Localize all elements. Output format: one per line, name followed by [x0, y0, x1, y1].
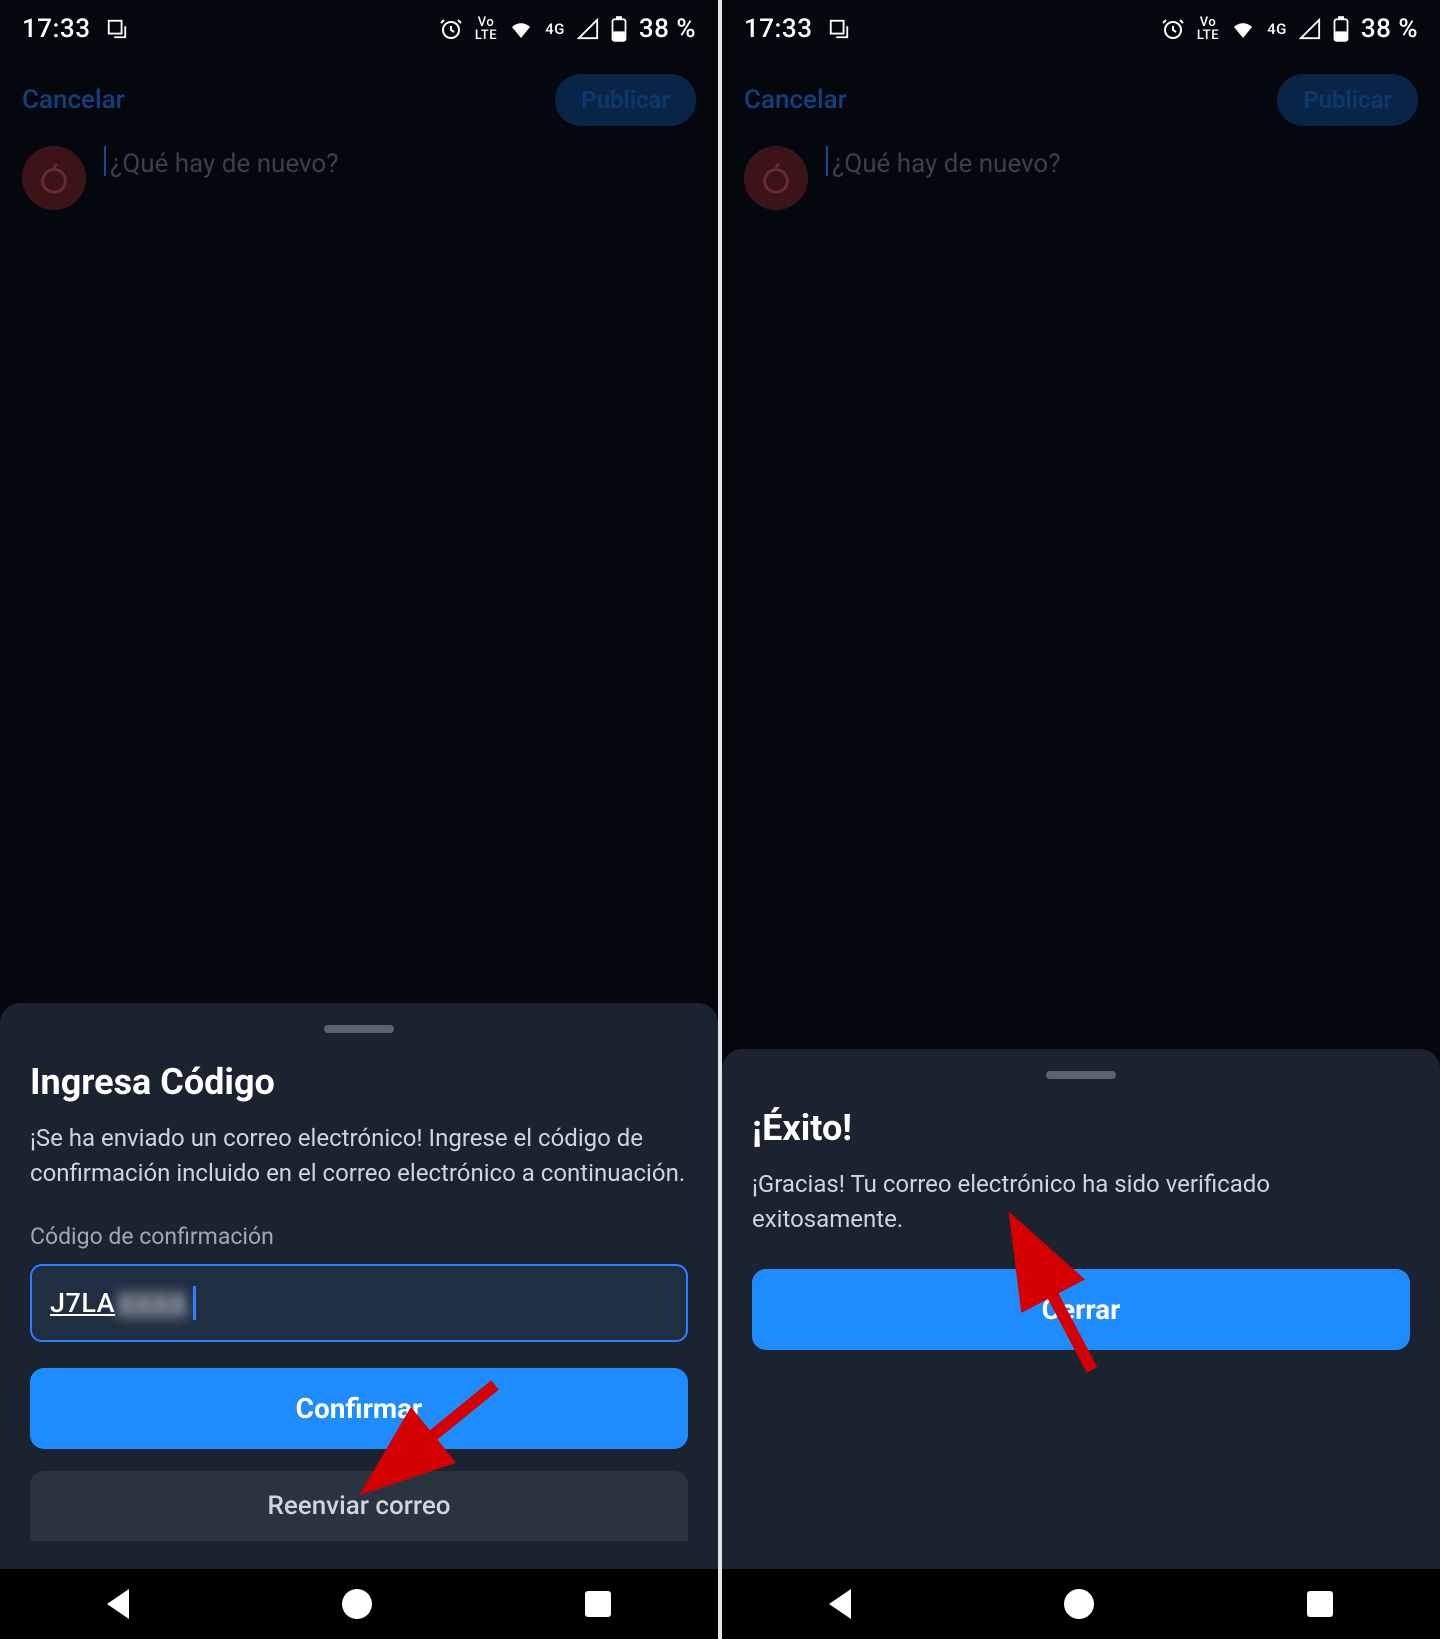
compose-placeholder: ¿Qué hay de nuevo?: [110, 149, 339, 179]
compose-header: Cancelar Publicar: [0, 54, 718, 146]
compose-input[interactable]: ¿Qué hay de nuevo?: [104, 146, 339, 179]
enter-code-sheet: Ingresa Código ¡Se ha enviado un correo …: [0, 1003, 718, 1569]
signal-icon: [1299, 18, 1321, 40]
wifi-icon: [509, 17, 533, 41]
status-battery: 38 %: [1361, 14, 1418, 44]
avatar: [744, 146, 808, 210]
android-navbar: [722, 1569, 1440, 1639]
volte-icon: VoLTE: [1197, 16, 1219, 42]
screenshot-icon: [106, 18, 128, 40]
cancel-button[interactable]: Cancelar: [744, 85, 847, 115]
nav-recent-icon[interactable]: [585, 1591, 611, 1617]
nav-back-icon[interactable]: [829, 1589, 851, 1619]
close-button[interactable]: Cerrar: [752, 1269, 1410, 1350]
screenshot-icon: [828, 18, 850, 40]
wifi-icon: [1231, 17, 1255, 41]
sheet-title: ¡Éxito!: [752, 1107, 1410, 1149]
compose-row: ¿Qué hay de nuevo?: [0, 146, 718, 210]
status-time: 17:33: [22, 14, 90, 44]
confirm-button[interactable]: Confirmar: [30, 1368, 688, 1449]
success-sheet: ¡Éxito! ¡Gracias! Tu correo electrónico …: [722, 1049, 1440, 1569]
android-navbar: [0, 1569, 718, 1639]
status-left: 17:33: [22, 14, 128, 44]
status-time: 17:33: [744, 14, 812, 44]
status-right: VoLTE 4G 38 %: [439, 14, 696, 44]
code-visible: J7LA: [50, 1287, 115, 1319]
compose-placeholder: ¿Qué hay de nuevo?: [832, 149, 1061, 179]
status-right: VoLTE 4G 38 %: [1161, 14, 1418, 44]
nav-recent-icon[interactable]: [1307, 1591, 1333, 1617]
status-network: 4G: [1267, 20, 1287, 38]
status-left: 17:33: [744, 14, 850, 44]
phone-left: 17:33 VoLTE 4G 38 % Cancelar Publicar ¿Q…: [0, 0, 718, 1639]
battery-icon: [1333, 16, 1349, 42]
code-field-label: Código de confirmación: [30, 1223, 688, 1250]
compose-input[interactable]: ¿Qué hay de nuevo?: [826, 146, 1061, 179]
nav-home-icon[interactable]: [1064, 1589, 1094, 1619]
avatar: [22, 146, 86, 210]
sheet-handle[interactable]: [1046, 1071, 1116, 1079]
resend-email-button[interactable]: Reenviar correo: [30, 1471, 688, 1541]
sheet-body: ¡Gracias! Tu correo electrónico ha sido …: [752, 1167, 1410, 1237]
publish-button[interactable]: Publicar: [555, 74, 696, 126]
code-hidden: XXXX: [117, 1287, 187, 1319]
signal-icon: [577, 18, 599, 40]
status-bar: 17:33 VoLTE 4G 38 %: [0, 0, 718, 54]
publish-button[interactable]: Publicar: [1277, 74, 1418, 126]
sheet-handle[interactable]: [324, 1025, 394, 1033]
nav-home-icon[interactable]: [342, 1589, 372, 1619]
confirmation-code-input[interactable]: J7LAXXXX: [30, 1264, 688, 1342]
compose-row: ¿Qué hay de nuevo?: [722, 146, 1440, 210]
cancel-button[interactable]: Cancelar: [22, 85, 125, 115]
status-network: 4G: [545, 20, 565, 38]
text-caret: [193, 1286, 196, 1320]
sheet-title: Ingresa Código: [30, 1061, 688, 1103]
battery-icon: [611, 16, 627, 42]
status-bar: 17:33 VoLTE 4G 38 %: [722, 0, 1440, 54]
alarm-icon: [1161, 17, 1185, 41]
compose-header: Cancelar Publicar: [722, 54, 1440, 146]
avatar-apple-icon: [37, 161, 71, 195]
sheet-body: ¡Se ha enviado un correo electrónico! In…: [30, 1121, 688, 1191]
alarm-icon: [439, 17, 463, 41]
phone-right: 17:33 VoLTE 4G 38 % Cancelar Publicar ¿Q…: [722, 0, 1440, 1639]
nav-back-icon[interactable]: [107, 1589, 129, 1619]
status-battery: 38 %: [639, 14, 696, 44]
volte-icon: VoLTE: [475, 16, 497, 42]
avatar-apple-icon: [759, 161, 793, 195]
